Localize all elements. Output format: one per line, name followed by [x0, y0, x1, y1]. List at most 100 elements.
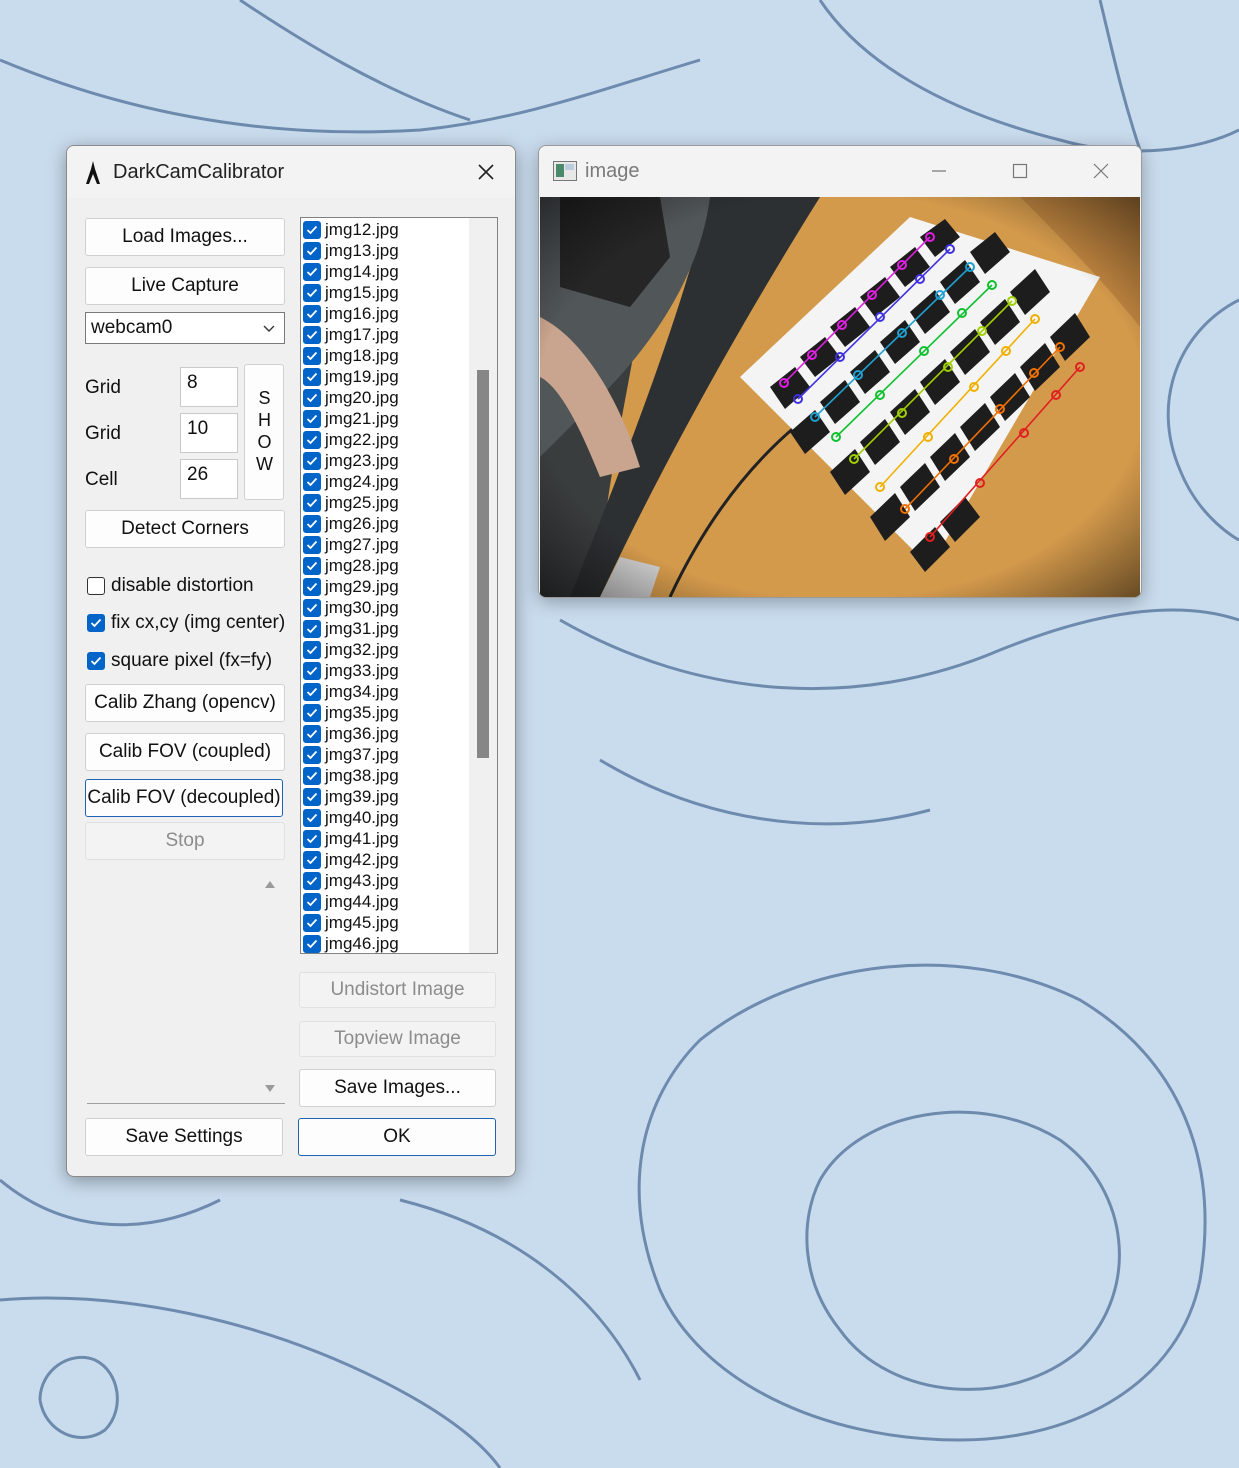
checkbox-checked[interactable]	[303, 514, 321, 533]
detect-corners-button[interactable]: Detect Corners	[85, 510, 285, 548]
checkbox-checked[interactable]	[303, 430, 321, 449]
file-list-item[interactable]: jmg34.jpg	[303, 681, 399, 702]
file-list-item[interactable]: jmg30.jpg	[303, 597, 399, 618]
image-close-button[interactable]	[1081, 154, 1121, 188]
checkbox-checked[interactable]	[303, 388, 321, 407]
file-list-scrollbar[interactable]	[469, 218, 497, 953]
checkbox-checked[interactable]	[303, 262, 321, 281]
file-list-item[interactable]: jmg38.jpg	[303, 765, 399, 786]
calib-fov-coupled-button[interactable]: Calib FOV (coupled)	[85, 733, 285, 771]
checkbox-checked[interactable]	[303, 598, 321, 617]
file-list-item[interactable]: jmg44.jpg	[303, 891, 399, 912]
calib-zhang-button[interactable]: Calib Zhang (opencv)	[85, 684, 285, 722]
log-output[interactable]	[87, 868, 285, 1104]
file-list-item[interactable]: jmg29.jpg	[303, 576, 399, 597]
log-scrollbar[interactable]	[255, 868, 285, 1103]
checkbox-checked[interactable]	[303, 241, 321, 260]
live-capture-button[interactable]: Live Capture	[85, 267, 285, 305]
show-button[interactable]: SHOW	[244, 364, 284, 500]
option-fix-center[interactable]: fix cx,cy (img center)	[87, 612, 285, 634]
file-list-item[interactable]: jmg27.jpg	[303, 534, 399, 555]
checkbox-checked[interactable]	[303, 283, 321, 302]
checkbox-checked[interactable]	[303, 871, 321, 890]
file-list-item[interactable]: jmg33.jpg	[303, 660, 399, 681]
checkbox-checked[interactable]	[303, 640, 321, 659]
checkbox-checked[interactable]	[303, 619, 321, 638]
file-list-item[interactable]: jmg17.jpg	[303, 324, 399, 345]
checkbox-checked[interactable]	[303, 892, 321, 911]
checkbox-checked[interactable]	[303, 220, 321, 239]
save-settings-button[interactable]: Save Settings	[85, 1118, 283, 1156]
checkbox-checked[interactable]	[303, 346, 321, 365]
checkbox-checked[interactable]	[303, 493, 321, 512]
dialog-close-button[interactable]	[457, 146, 515, 198]
file-list-item[interactable]: jmg40.jpg	[303, 807, 399, 828]
file-list-item[interactable]: jmg22.jpg	[303, 429, 399, 450]
file-list-item[interactable]: jmg25.jpg	[303, 492, 399, 513]
scroll-up-icon[interactable]	[265, 880, 275, 888]
grid-input-2[interactable]: 10	[180, 413, 238, 453]
checkbox-checked[interactable]	[303, 766, 321, 785]
option-square-pixel[interactable]: square pixel (fx=fy)	[87, 650, 272, 672]
file-list-item[interactable]: jmg20.jpg	[303, 387, 399, 408]
file-list-item[interactable]: jmg35.jpg	[303, 702, 399, 723]
checkbox-checked[interactable]	[303, 451, 321, 470]
checkbox-checked[interactable]	[303, 703, 321, 722]
file-list-item[interactable]: jmg23.jpg	[303, 450, 399, 471]
checkbox-checked[interactable]	[303, 661, 321, 680]
file-list-item[interactable]: jmg46.jpg	[303, 933, 399, 953]
checkbox-checked[interactable]	[303, 472, 321, 491]
cell-input[interactable]: 26	[180, 459, 238, 499]
file-list-item[interactable]: jmg13.jpg	[303, 240, 399, 261]
ok-button[interactable]: OK	[298, 1118, 496, 1156]
checkbox-checked[interactable]	[303, 913, 321, 932]
checkbox-checked[interactable]	[303, 556, 321, 575]
checkbox-checked[interactable]	[303, 325, 321, 344]
grid-input-1[interactable]: 8	[180, 367, 238, 407]
save-images-button[interactable]: Save Images...	[299, 1069, 496, 1107]
file-list-item[interactable]: jmg41.jpg	[303, 828, 399, 849]
file-list-item[interactable]: jmg18.jpg	[303, 345, 399, 366]
checkbox-checked[interactable]	[303, 535, 321, 554]
checkbox-checked[interactable]	[303, 934, 321, 953]
file-list-item[interactable]: jmg43.jpg	[303, 870, 399, 891]
checkbox-checked[interactable]	[303, 724, 321, 743]
checkbox-unchecked[interactable]	[87, 577, 105, 595]
topview-image-button[interactable]: Topview Image	[299, 1021, 496, 1057]
checkbox-checked[interactable]	[303, 745, 321, 764]
camera-select[interactable]: webcam0	[85, 312, 285, 344]
file-list-item[interactable]: jmg28.jpg	[303, 555, 399, 576]
checkbox-checked[interactable]	[303, 787, 321, 806]
file-list-item[interactable]: jmg16.jpg	[303, 303, 399, 324]
dialog-titlebar[interactable]: DarkCamCalibrator	[67, 146, 515, 198]
checkbox-checked[interactable]	[303, 409, 321, 428]
maximize-button[interactable]	[1000, 154, 1040, 188]
file-list-item[interactable]: jmg42.jpg	[303, 849, 399, 870]
checkbox-checked[interactable]	[87, 614, 105, 632]
file-list-item[interactable]: jmg14.jpg	[303, 261, 399, 282]
checkbox-checked[interactable]	[303, 304, 321, 323]
file-list-scroll-thumb[interactable]	[477, 370, 489, 758]
file-list-item[interactable]: jmg45.jpg	[303, 912, 399, 933]
checkbox-checked[interactable]	[303, 850, 321, 869]
option-disable-distortion[interactable]: disable distortion	[87, 575, 254, 597]
checkbox-checked[interactable]	[303, 682, 321, 701]
calib-fov-decoupled-button[interactable]: Calib FOV (decoupled)	[85, 779, 283, 817]
file-list-item[interactable]: jmg12.jpg	[303, 219, 399, 240]
file-list-item[interactable]: jmg26.jpg	[303, 513, 399, 534]
file-list-item[interactable]: jmg21.jpg	[303, 408, 399, 429]
undistort-image-button[interactable]: Undistort Image	[299, 972, 496, 1008]
file-list-item[interactable]: jmg15.jpg	[303, 282, 399, 303]
checkbox-checked[interactable]	[303, 829, 321, 848]
checkbox-checked[interactable]	[87, 652, 105, 670]
scroll-down-icon[interactable]	[265, 1085, 275, 1093]
checkbox-checked[interactable]	[303, 577, 321, 596]
file-list-item[interactable]: jmg36.jpg	[303, 723, 399, 744]
file-list-item[interactable]: jmg37.jpg	[303, 744, 399, 765]
file-list-item[interactable]: jmg32.jpg	[303, 639, 399, 660]
checkbox-checked[interactable]	[303, 808, 321, 827]
load-images-button[interactable]: Load Images...	[85, 218, 285, 256]
file-list-item[interactable]: jmg39.jpg	[303, 786, 399, 807]
file-list-item[interactable]: jmg24.jpg	[303, 471, 399, 492]
file-list-item[interactable]: jmg19.jpg	[303, 366, 399, 387]
